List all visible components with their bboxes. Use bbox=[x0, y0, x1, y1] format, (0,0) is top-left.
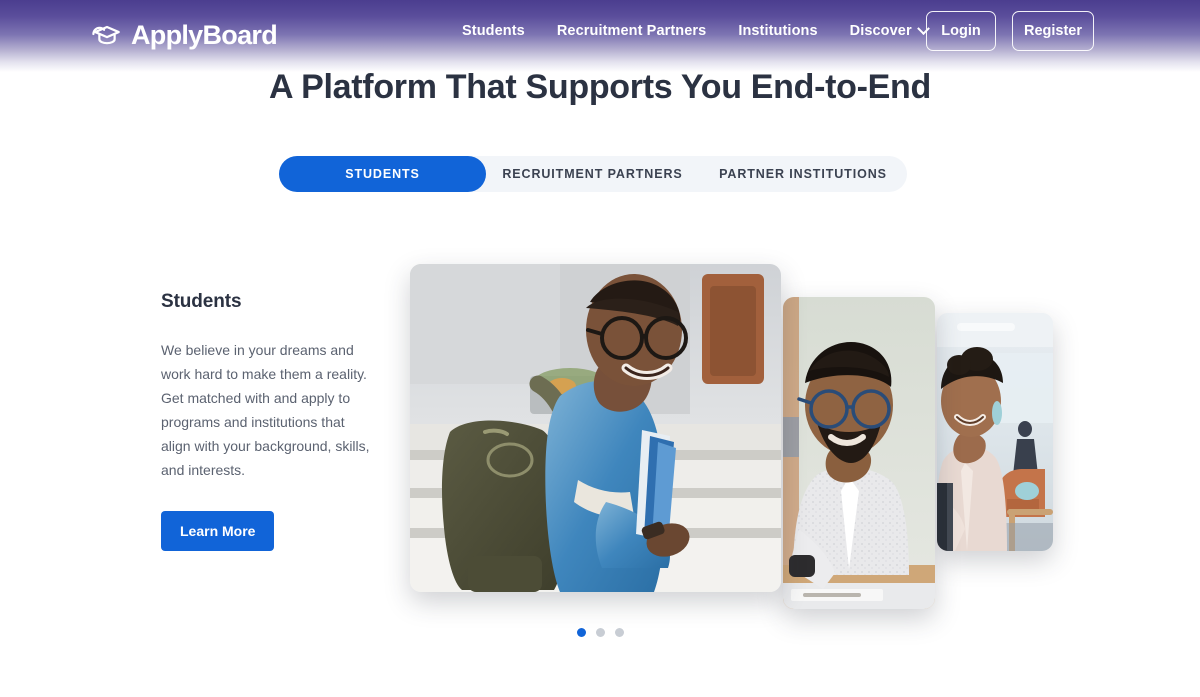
carousel-dot-2[interactable] bbox=[595, 628, 605, 637]
photo-student-with-backpack bbox=[410, 264, 781, 592]
carousel-dot-1[interactable] bbox=[576, 628, 586, 637]
register-button[interactable]: Register bbox=[1012, 11, 1094, 51]
nav-link-discover-label: Discover bbox=[849, 23, 912, 39]
nav-item-discover: Discover bbox=[849, 21, 930, 40]
tab-partner-institutions[interactable]: PARTNER INSTITUTIONS bbox=[699, 156, 907, 192]
nav-link-recruitment-partners-label: Recruitment Partners bbox=[556, 23, 707, 39]
page-title: A Platform That Supports You End-to-End bbox=[269, 68, 931, 106]
photo-woman-in-office bbox=[937, 313, 1053, 551]
login-button[interactable]: Login bbox=[926, 11, 996, 51]
brand-name: ApplyBoard bbox=[131, 19, 278, 50]
brand-logo-link[interactable]: ApplyBoard bbox=[90, 19, 278, 50]
learn-more-button[interactable]: Learn More bbox=[161, 511, 275, 551]
nav-item-institutions: Institutions bbox=[738, 22, 817, 40]
panel-copy: Students We believe in your dreams and w… bbox=[161, 291, 371, 551]
nav-item-students: Students bbox=[462, 22, 525, 40]
panel-title: Students bbox=[161, 291, 242, 312]
nav-link-institutions[interactable]: Institutions bbox=[738, 23, 817, 39]
nav-link-recruitment-partners[interactable]: Recruitment Partners bbox=[557, 23, 706, 39]
tab-recruitment-partners[interactable]: RECRUITMENT PARTNERS bbox=[486, 156, 699, 192]
nav-link-discover[interactable]: Discover bbox=[849, 21, 930, 39]
nav-link-students-label: Students bbox=[462, 23, 525, 39]
photo-man-at-desk bbox=[783, 297, 935, 609]
audience-tab-group: STUDENTS RECRUITMENT PARTNERS PARTNER IN… bbox=[279, 156, 907, 192]
nav-link-institutions-label: Institutions bbox=[738, 23, 818, 39]
panel-description: We believe in your dreams and work hard … bbox=[161, 342, 370, 478]
graduation-cap-icon bbox=[90, 20, 124, 50]
auth-button-group: Login Register bbox=[926, 11, 1094, 51]
carousel-dot-3[interactable] bbox=[614, 628, 624, 637]
tab-students[interactable]: STUDENTS bbox=[279, 156, 486, 192]
carousel-dots bbox=[0, 628, 1200, 637]
main-navigation: ApplyBoard Students Recruitment Partners… bbox=[0, 0, 1200, 72]
students-panel: Students We believe in your dreams and w… bbox=[0, 264, 1200, 609]
nav-item-recruitment-partners: Recruitment Partners bbox=[557, 22, 706, 40]
nav-link-list: Students Recruitment Partners Institutio… bbox=[462, 21, 960, 40]
nav-link-students[interactable]: Students bbox=[462, 23, 525, 39]
